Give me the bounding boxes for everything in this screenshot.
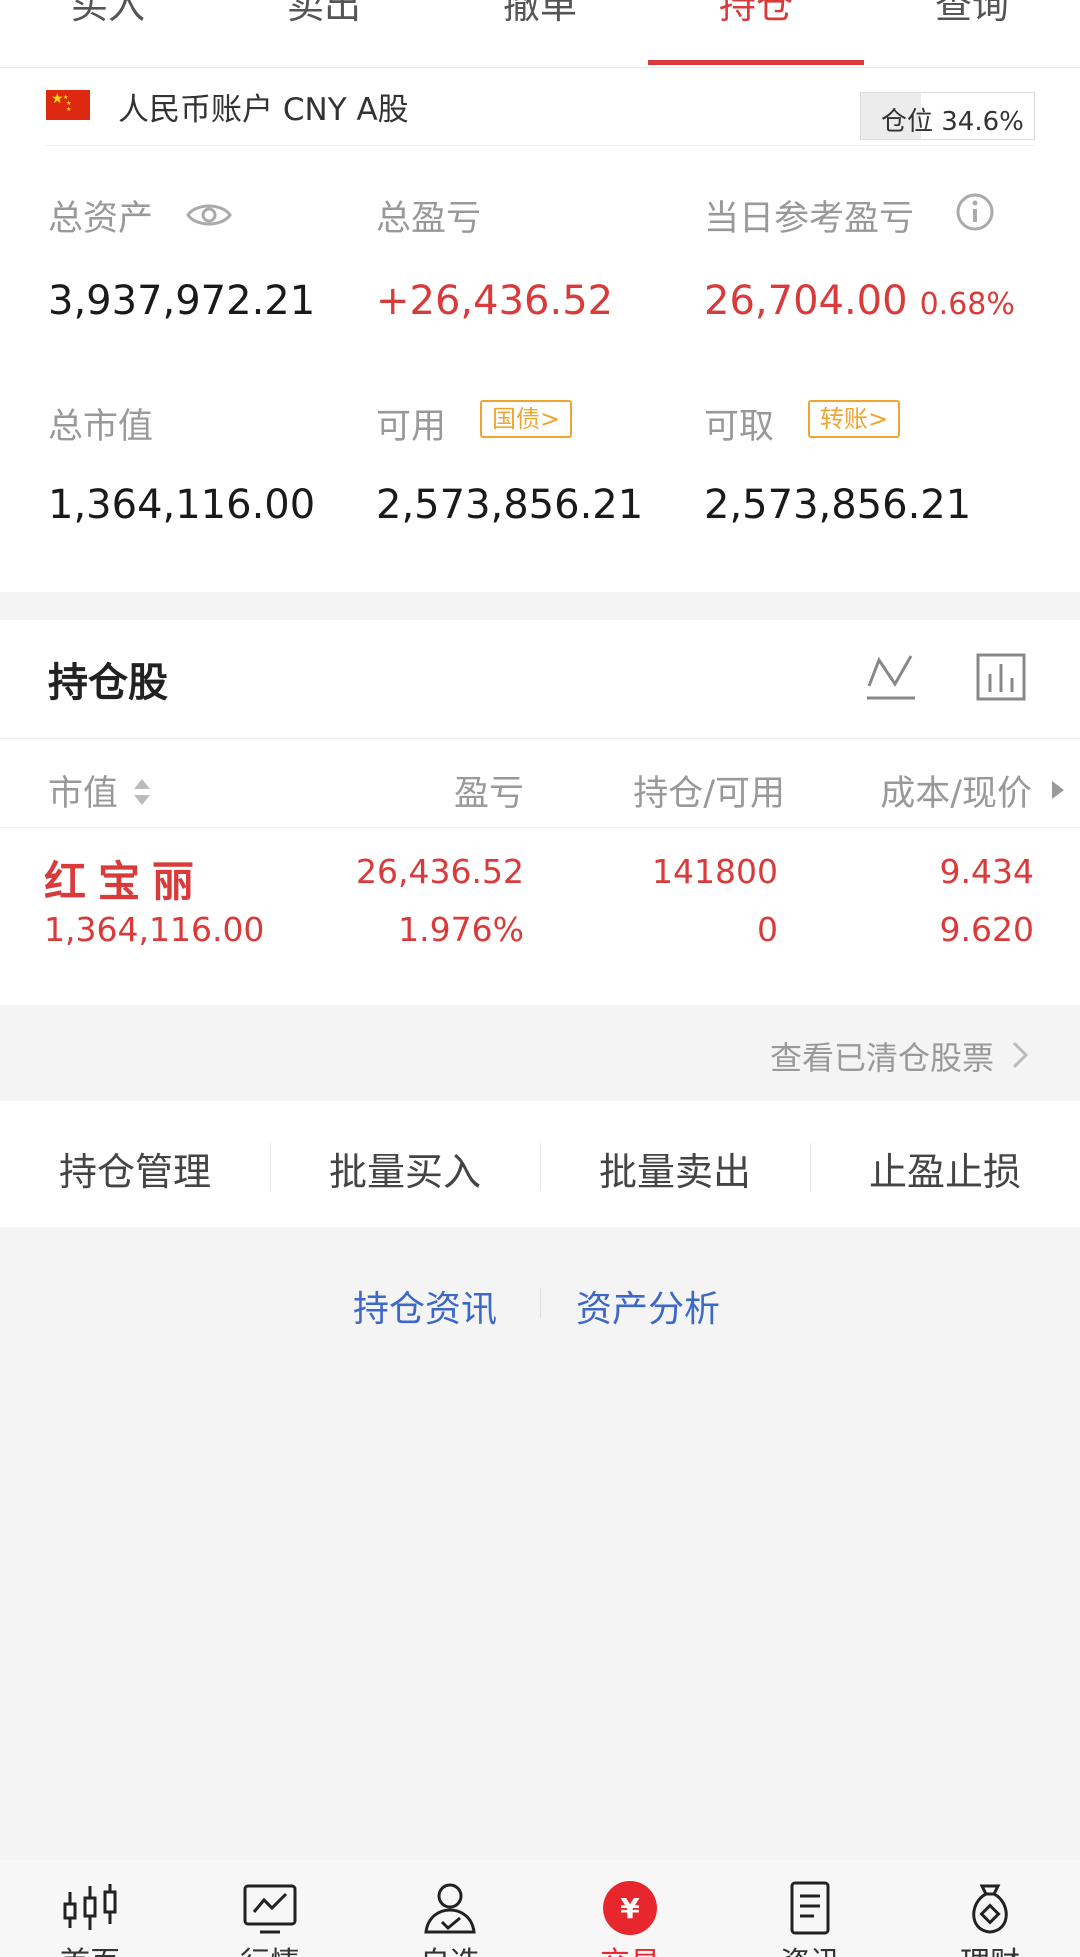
daily-pnl-percent: 0.68% [919, 287, 1015, 322]
account-selector[interactable]: ★ ★ ★ ★ 人民币账户 CNY A股 仓位 34.6% [46, 68, 1035, 146]
chart-monitor-icon [243, 1884, 297, 1934]
stock-pnl: 26,436.52 [356, 852, 524, 891]
position-ratio-badge: 仓位 34.6% [860, 92, 1035, 140]
cleared-stocks-link[interactable]: 查看已清仓股票 [0, 1005, 1080, 1101]
cleared-stocks-label: 查看已清仓股票 [769, 1039, 994, 1077]
column-pnl: 盈亏 [453, 774, 524, 814]
tab-buy[interactable]: 买入 [0, 0, 216, 30]
tab-holdings[interactable]: 持仓 [648, 0, 864, 30]
nav-watchlist-label: 自选 [360, 1938, 540, 1957]
nav-trade[interactable]: ¥ 交易 [540, 1860, 720, 1957]
nav-wealth-label: 理财 [900, 1938, 1080, 1957]
stock-market-value: 1,364,116.00 [44, 910, 265, 949]
treasury-bond-button[interactable]: 国债> [480, 400, 573, 438]
tab-sell[interactable]: 卖出 [216, 0, 432, 30]
stock-price: 9.620 [939, 910, 1034, 949]
money-bag-icon [972, 1884, 1008, 1934]
withdrawable-value: 2,573,856.21 [704, 482, 972, 528]
candlestick-icon [63, 1884, 117, 1930]
nav-wealth[interactable]: 理财 [900, 1860, 1080, 1957]
flag-star-small: ★ [66, 106, 72, 113]
batch-sell-button[interactable]: 批量卖出 [540, 1141, 810, 1196]
position-management-button[interactable]: 持仓管理 [0, 1141, 270, 1196]
tab-query[interactable]: 查询 [864, 0, 1080, 30]
total-pnl-value: +26,436.52 [376, 278, 614, 324]
holding-row[interactable]: 红宝丽 1,364,116.00 26,436.52 1.976% 141800… [0, 848, 1080, 998]
total-assets-value: 3,937,972.21 [48, 278, 316, 324]
column-position: 持仓/可用 [633, 774, 785, 814]
account-summary: ★ ★ ★ ★ 人民币账户 CNY A股 仓位 34.6% 总资产 总盈亏 当日… [0, 68, 1080, 592]
china-flag-icon: ★ ★ ★ ★ [46, 90, 90, 120]
position-ratio-label: 仓位 34.6% [881, 107, 1024, 137]
nav-market-label: 行情 [180, 1938, 360, 1957]
batch-buy-button[interactable]: 批量买入 [270, 1141, 540, 1196]
available-value: 2,573,856.21 [376, 482, 644, 528]
asset-analysis-link[interactable]: 资产分析 [576, 1280, 720, 1332]
bar-chart-icon[interactable] [975, 652, 1027, 702]
holdings-news-link[interactable]: 持仓资讯 [353, 1280, 497, 1332]
top-tab-bar: 买入 卖出 撤单 持仓 查询 [0, 0, 1080, 68]
column-cost-price: 成本/现价 [880, 774, 1032, 814]
nav-watchlist[interactable]: 自选 [360, 1860, 540, 1957]
trend-line-icon[interactable] [865, 652, 917, 702]
account-name: 人民币账户 CNY A股 [118, 92, 409, 128]
available-label: 可用 [376, 407, 447, 447]
holdings-action-bar: 持仓管理 批量买入 批量卖出 止盈止损 [0, 1101, 1080, 1227]
stock-pnl-percent: 1.976% [398, 910, 524, 949]
transfer-button[interactable]: 转账> [808, 400, 901, 438]
chevron-right-icon [1012, 1041, 1029, 1069]
market-value-value: 1,364,116.00 [48, 482, 316, 528]
daily-pnl-amount: 26,704.00 [704, 278, 908, 324]
stock-name: 红宝丽 [44, 857, 207, 906]
tab-cancel[interactable]: 撤单 [432, 0, 648, 30]
column-market-value[interactable]: 市值 [48, 765, 118, 816]
daily-pnl-value: 26,704.00 0.68% [704, 278, 1015, 324]
total-pnl-label: 总盈亏 [376, 199, 482, 239]
info-icon[interactable] [955, 192, 995, 232]
nav-market[interactable]: 行情 [180, 1860, 360, 1957]
holdings-title: 持仓股 [48, 660, 168, 706]
user-check-icon [424, 1883, 476, 1934]
nav-home-label: 首页 [0, 1938, 180, 1957]
nav-news[interactable]: 资讯 [720, 1860, 900, 1957]
document-icon [790, 1881, 830, 1935]
divider [540, 1288, 541, 1318]
total-assets-label: 总资产 [48, 199, 154, 239]
scroll-right-icon[interactable] [1050, 779, 1066, 801]
nav-trade-label: 交易 [540, 1938, 720, 1957]
daily-pnl-label: 当日参考盈亏 [704, 199, 915, 239]
nav-news-label: 资讯 [720, 1938, 900, 1957]
stock-cost: 9.434 [939, 852, 1034, 891]
sort-icon[interactable] [132, 777, 152, 807]
active-tab-indicator [648, 60, 864, 65]
eye-icon[interactable] [186, 200, 232, 230]
bottom-navigation: 首页 行情 自选 ¥ 交易 资讯 [0, 1860, 1080, 1957]
holdings-table-header: 市值 盈亏 持仓/可用 成本/现价 [0, 738, 1080, 828]
market-value-label: 总市值 [48, 407, 154, 447]
holdings-section: 持仓股 市值 盈亏 持仓/可用 成本/现价 红宝丽 1,364,116.00 2… [0, 620, 1080, 1005]
withdrawable-label: 可取 [704, 407, 775, 447]
stock-available: 0 [757, 910, 778, 949]
yuan-circle-icon: ¥ [603, 1881, 657, 1935]
flag-star-large: ★ [51, 91, 64, 107]
svg-text:¥: ¥ [620, 1892, 640, 1925]
nav-home[interactable]: 首页 [0, 1860, 180, 1957]
take-profit-stop-loss-button[interactable]: 止盈止损 [810, 1141, 1080, 1196]
stock-position: 141800 [652, 852, 778, 891]
info-links: 持仓资讯 资产分析 [0, 1280, 1080, 1330]
